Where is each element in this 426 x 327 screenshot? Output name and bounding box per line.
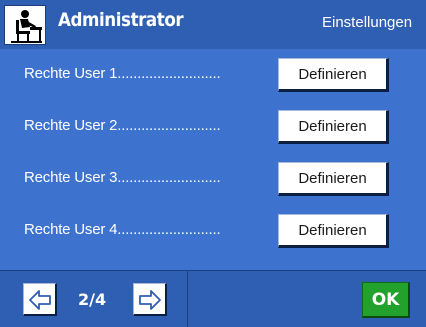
header-bar: Administrator Einstellungen <box>0 0 426 49</box>
section-label: Einstellungen <box>322 14 413 31</box>
previous-page-button[interactable] <box>23 283 57 316</box>
define-user-3-button[interactable]: Definieren <box>278 162 389 196</box>
define-user-1-button[interactable]: Definieren <box>278 58 389 92</box>
page-indicator: 2/4 <box>78 290 107 309</box>
next-page-button[interactable] <box>133 283 167 316</box>
administrator-desk-icon <box>4 5 46 45</box>
ok-button[interactable]: OK <box>362 282 410 318</box>
list-item: Rechte User 4.......................... … <box>0 205 426 255</box>
arrow-left-icon <box>29 290 51 310</box>
list-item: Rechte User 3.......................... … <box>0 153 426 203</box>
screen: Administrator Einstellungen Rechte User … <box>0 0 426 327</box>
list-item: Rechte User 1.......................... … <box>0 49 426 99</box>
list-item: Rechte User 2.......................... … <box>0 101 426 151</box>
define-user-2-button[interactable]: Definieren <box>278 110 389 144</box>
settings-list: Rechte User 1.......................... … <box>0 49 426 270</box>
define-user-4-button[interactable]: Definieren <box>278 214 389 248</box>
footer-bar: 2/4 OK <box>0 270 426 327</box>
rights-user-2-label: Rechte User 2.......................... <box>24 117 221 134</box>
rights-user-3-label: Rechte User 3.......................... <box>24 169 221 186</box>
footer-divider <box>187 271 188 327</box>
page-title: Administrator <box>58 9 184 31</box>
rights-user-1-label: Rechte User 1.......................... <box>24 65 221 82</box>
rights-user-4-label: Rechte User 4.......................... <box>24 221 221 238</box>
arrow-right-icon <box>139 290 161 310</box>
